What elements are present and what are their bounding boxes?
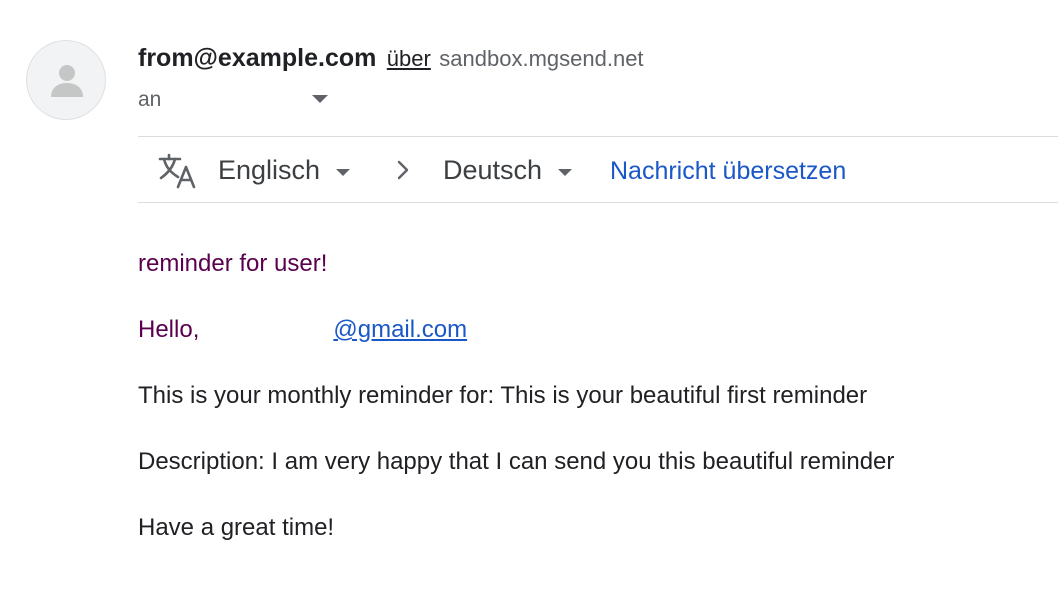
sender-avatar[interactable] — [26, 40, 106, 120]
message-line-2: Description: I am very happy that I can … — [138, 448, 895, 475]
translate-bar: Englisch Deutsch Nachricht übersetzen — [138, 136, 1058, 203]
target-language-select[interactable]: Deutsch — [443, 155, 542, 186]
recipient-email-link[interactable]: @gmail.com — [333, 316, 467, 343]
source-language-select[interactable]: Englisch — [218, 155, 320, 186]
greeting-text: Hello, — [138, 316, 200, 343]
chevron-down-icon[interactable] — [336, 169, 350, 176]
sender-line: from@example.com über sandbox.mgsend.net — [138, 44, 644, 73]
via-domain: sandbox.mgsend.net — [439, 46, 644, 71]
person-icon — [51, 65, 83, 97]
translate-message-link[interactable]: Nachricht übersetzen — [610, 157, 846, 186]
message-body: reminder for user! Hello, @gmail.com This… — [138, 250, 894, 580]
translate-icon — [158, 153, 196, 189]
recipient-label: an — [138, 88, 162, 111]
sender-name[interactable]: from@example.com — [138, 44, 376, 72]
via-link[interactable]: über — [387, 46, 431, 71]
chevron-down-icon[interactable] — [312, 95, 328, 103]
greeting-line: Hello, @gmail.com — [138, 316, 894, 344]
message-line-1: This is your monthly reminder for: This … — [138, 382, 868, 409]
message-subject-line: reminder for user! — [138, 250, 328, 277]
chevron-right-icon — [397, 160, 409, 180]
chevron-down-icon[interactable] — [558, 169, 572, 176]
message-line-3: Have a great time! — [138, 514, 335, 541]
